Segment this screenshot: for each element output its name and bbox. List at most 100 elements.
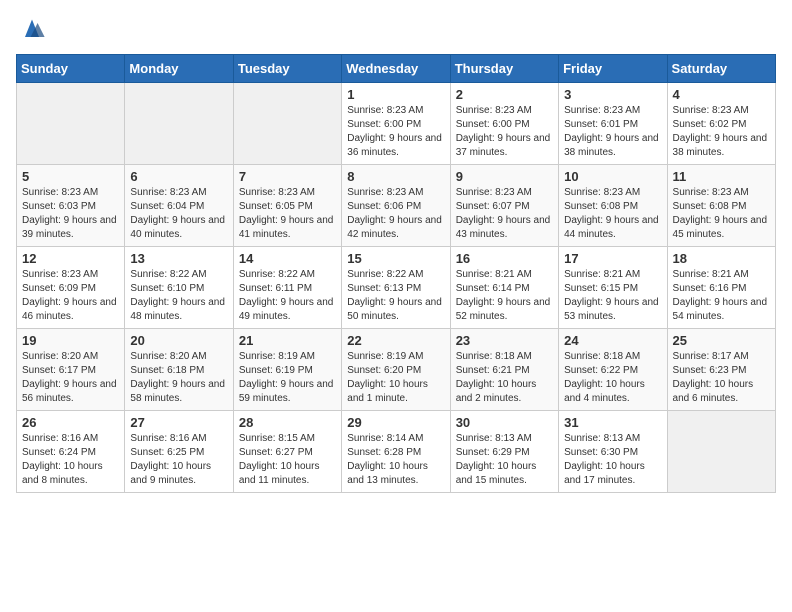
day-info: Sunrise: 8:19 AM Sunset: 6:19 PM Dayligh… <box>239 350 336 406</box>
day-cell <box>233 83 341 165</box>
day-info: Sunrise: 8:22 AM Sunset: 6:11 PM Dayligh… <box>239 268 336 324</box>
day-cell: 16 Sunrise: 8:21 AM Sunset: 6:14 PM Dayli… <box>450 247 558 329</box>
day-info: Sunrise: 8:20 AM Sunset: 6:17 PM Dayligh… <box>22 350 119 406</box>
day-cell: 3 Sunrise: 8:23 AM Sunset: 6:01 PM Daylig… <box>559 83 667 165</box>
header-thursday: Thursday <box>450 55 558 83</box>
day-info: Sunrise: 8:18 AM Sunset: 6:22 PM Dayligh… <box>564 350 661 406</box>
day-number: 19 <box>22 333 119 348</box>
header-sunday: Sunday <box>17 55 125 83</box>
day-cell: 20 Sunrise: 8:20 AM Sunset: 6:18 PM Dayli… <box>125 329 233 411</box>
day-number: 7 <box>239 169 336 184</box>
day-number: 8 <box>347 169 444 184</box>
page-header <box>16 16 776 44</box>
day-number: 13 <box>130 251 227 266</box>
day-cell: 18Sunrise: 8:21 AM Sunset: 6:16 PM Dayli… <box>667 247 775 329</box>
day-info: Sunrise: 8:13 AM Sunset: 6:29 PM Dayligh… <box>456 432 553 488</box>
day-info: Sunrise: 8:23 AM Sunset: 6:07 PM Dayligh… <box>456 186 553 242</box>
day-cell: 25 Sunrise: 8:17 AM Sunset: 6:23 PM Dayli… <box>667 329 775 411</box>
day-cell: 30 Sunrise: 8:13 AM Sunset: 6:29 PM Dayli… <box>450 411 558 493</box>
day-number: 20 <box>130 333 227 348</box>
day-number: 6 <box>130 169 227 184</box>
day-number: 29 <box>347 415 444 430</box>
day-number: 31 <box>564 415 661 430</box>
day-info: Sunrise: 8:14 AM Sunset: 6:28 PM Dayligh… <box>347 432 444 488</box>
day-number: 9 <box>456 169 553 184</box>
day-cell: 5 Sunrise: 8:23 AM Sunset: 6:03 PM Daylig… <box>17 165 125 247</box>
header-friday: Friday <box>559 55 667 83</box>
day-number: 26 <box>22 415 119 430</box>
day-cell: 14 Sunrise: 8:22 AM Sunset: 6:11 PM Dayli… <box>233 247 341 329</box>
day-cell <box>17 83 125 165</box>
day-cell <box>125 83 233 165</box>
day-info: Sunrise: 8:23 AM Sunset: 6:06 PM Dayligh… <box>347 186 444 242</box>
day-info: Sunrise: 8:23 AM Sunset: 6:03 PM Dayligh… <box>22 186 119 242</box>
day-info: Sunrise: 8:23 AM Sunset: 6:00 PM Dayligh… <box>456 104 553 160</box>
day-info: Sunrise: 8:17 AM Sunset: 6:23 PM Dayligh… <box>673 350 770 406</box>
day-info: Sunrise: 8:16 AM Sunset: 6:25 PM Dayligh… <box>130 432 227 488</box>
day-number: 4 <box>673 87 770 102</box>
day-info: Sunrise: 8:16 AM Sunset: 6:24 PM Dayligh… <box>22 432 119 488</box>
logo <box>16 16 46 44</box>
day-cell: 27 Sunrise: 8:16 AM Sunset: 6:25 PM Dayli… <box>125 411 233 493</box>
day-info: Sunrise: 8:13 AM Sunset: 6:30 PM Dayligh… <box>564 432 661 488</box>
day-cell: 28 Sunrise: 8:15 AM Sunset: 6:27 PM Dayli… <box>233 411 341 493</box>
day-info: Sunrise: 8:23 AM Sunset: 6:09 PM Dayligh… <box>22 268 119 324</box>
day-cell: 21 Sunrise: 8:19 AM Sunset: 6:19 PM Dayli… <box>233 329 341 411</box>
day-info: Sunrise: 8:19 AM Sunset: 6:20 PM Dayligh… <box>347 350 444 406</box>
day-cell: 10Sunrise: 8:23 AM Sunset: 6:08 PM Dayli… <box>559 165 667 247</box>
day-number: 21 <box>239 333 336 348</box>
day-number: 15 <box>347 251 444 266</box>
day-cell <box>667 411 775 493</box>
day-number: 14 <box>239 251 336 266</box>
day-cell: 22Sunrise: 8:19 AM Sunset: 6:20 PM Dayli… <box>342 329 450 411</box>
day-cell: 13 Sunrise: 8:22 AM Sunset: 6:10 PM Dayli… <box>125 247 233 329</box>
day-info: Sunrise: 8:23 AM Sunset: 6:02 PM Dayligh… <box>673 104 770 160</box>
day-info: Sunrise: 8:20 AM Sunset: 6:18 PM Dayligh… <box>130 350 227 406</box>
day-info: Sunrise: 8:23 AM Sunset: 6:08 PM Dayligh… <box>673 186 770 242</box>
day-info: Sunrise: 8:21 AM Sunset: 6:15 PM Dayligh… <box>564 268 661 324</box>
day-cell: 15 Sunrise: 8:22 AM Sunset: 6:13 PM Dayli… <box>342 247 450 329</box>
day-cell: 6 Sunrise: 8:23 AM Sunset: 6:04 PM Daylig… <box>125 165 233 247</box>
day-number: 25 <box>673 333 770 348</box>
day-number: 5 <box>22 169 119 184</box>
day-number: 23 <box>456 333 553 348</box>
day-number: 16 <box>456 251 553 266</box>
calendar-table: SundayMondayTuesdayWednesdayThursdayFrid… <box>16 54 776 493</box>
logo-icon <box>18 16 46 44</box>
day-info: Sunrise: 8:21 AM Sunset: 6:16 PM Dayligh… <box>673 268 770 324</box>
day-number: 17 <box>564 251 661 266</box>
day-number: 24 <box>564 333 661 348</box>
header-wednesday: Wednesday <box>342 55 450 83</box>
week-row-4: 19 Sunrise: 8:20 AM Sunset: 6:17 PM Dayli… <box>17 329 776 411</box>
day-info: Sunrise: 8:18 AM Sunset: 6:21 PM Dayligh… <box>456 350 553 406</box>
week-row-5: 26 Sunrise: 8:16 AM Sunset: 6:24 PM Dayli… <box>17 411 776 493</box>
day-number: 27 <box>130 415 227 430</box>
day-info: Sunrise: 8:23 AM Sunset: 6:00 PM Dayligh… <box>347 104 444 160</box>
week-row-1: 1 Sunrise: 8:23 AM Sunset: 6:00 PM Daylig… <box>17 83 776 165</box>
day-number: 30 <box>456 415 553 430</box>
day-cell: 12 Sunrise: 8:23 AM Sunset: 6:09 PM Dayli… <box>17 247 125 329</box>
day-number: 1 <box>347 87 444 102</box>
day-number: 12 <box>22 251 119 266</box>
week-row-2: 5 Sunrise: 8:23 AM Sunset: 6:03 PM Daylig… <box>17 165 776 247</box>
day-info: Sunrise: 8:22 AM Sunset: 6:10 PM Dayligh… <box>130 268 227 324</box>
day-cell: 26 Sunrise: 8:16 AM Sunset: 6:24 PM Dayli… <box>17 411 125 493</box>
day-number: 2 <box>456 87 553 102</box>
day-cell: 7 Sunrise: 8:23 AM Sunset: 6:05 PM Daylig… <box>233 165 341 247</box>
day-number: 3 <box>564 87 661 102</box>
day-cell: 17 Sunrise: 8:21 AM Sunset: 6:15 PM Dayli… <box>559 247 667 329</box>
day-info: Sunrise: 8:15 AM Sunset: 6:27 PM Dayligh… <box>239 432 336 488</box>
header-saturday: Saturday <box>667 55 775 83</box>
day-cell: 9 Sunrise: 8:23 AM Sunset: 6:07 PM Daylig… <box>450 165 558 247</box>
day-cell: 4 Sunrise: 8:23 AM Sunset: 6:02 PM Daylig… <box>667 83 775 165</box>
day-info: Sunrise: 8:22 AM Sunset: 6:13 PM Dayligh… <box>347 268 444 324</box>
day-info: Sunrise: 8:23 AM Sunset: 6:04 PM Dayligh… <box>130 186 227 242</box>
day-cell: 2 Sunrise: 8:23 AM Sunset: 6:00 PM Daylig… <box>450 83 558 165</box>
day-number: 11 <box>673 169 770 184</box>
day-info: Sunrise: 8:23 AM Sunset: 6:05 PM Dayligh… <box>239 186 336 242</box>
day-number: 28 <box>239 415 336 430</box>
header-monday: Monday <box>125 55 233 83</box>
day-info: Sunrise: 8:21 AM Sunset: 6:14 PM Dayligh… <box>456 268 553 324</box>
day-info: Sunrise: 8:23 AM Sunset: 6:01 PM Dayligh… <box>564 104 661 160</box>
day-cell: 8 Sunrise: 8:23 AM Sunset: 6:06 PM Daylig… <box>342 165 450 247</box>
